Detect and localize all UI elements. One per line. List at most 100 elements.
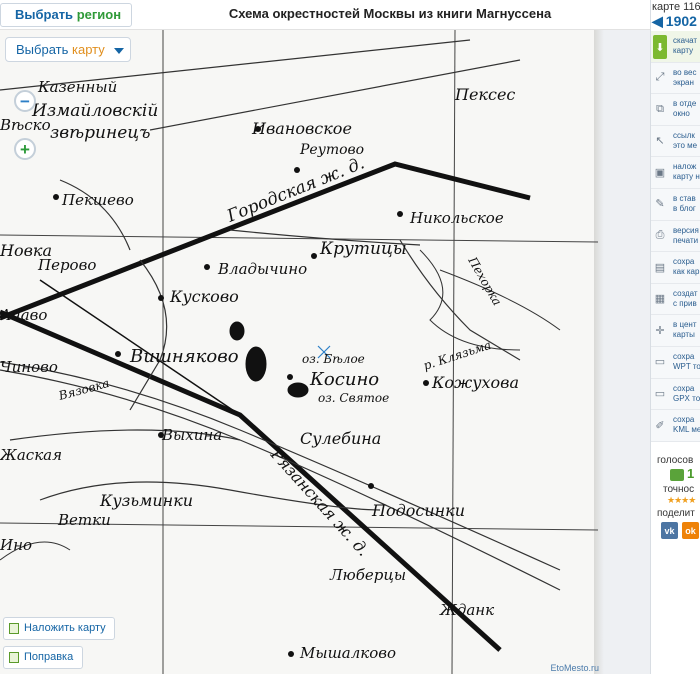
- print-icon: ⎙: [655, 229, 665, 242]
- map-label: Городская ж. д.: [223, 153, 367, 227]
- social-buttons: vk ok: [651, 522, 700, 539]
- right-tool-panel: карте 116 ◀ 1902 ⬇ скачат карту ⤢ во вес экра…: [650, 0, 700, 674]
- map-label: оз. Святое: [318, 391, 389, 405]
- map-label: Пексес: [454, 85, 515, 104]
- tool-center[interactable]: ✛ в цент карты: [651, 315, 700, 347]
- grid-icon: ▦: [654, 293, 666, 306]
- tool-link[interactable]: ↖ ссылк это ме: [651, 125, 700, 158]
- select-region-prefix: Выбрать: [15, 7, 74, 22]
- map-label: Ачаво: [0, 306, 47, 324]
- tool-gpx[interactable]: ▭ сохра GPX то: [651, 378, 700, 411]
- tool-label: ссылк это ме: [673, 130, 698, 150]
- overlay-icon: [9, 623, 19, 634]
- correction-button[interactable]: Поправка: [3, 646, 83, 669]
- year-label: 1902: [665, 13, 697, 29]
- map-label: Вязовка: [56, 376, 111, 403]
- map-label: Сулебина: [300, 429, 381, 448]
- vk-share-icon[interactable]: vk: [661, 522, 678, 539]
- vote-count: 1: [687, 466, 695, 481]
- tool-label: в став в блог: [673, 193, 696, 213]
- tool-new-window[interactable]: ⧉ в отде окно: [651, 94, 700, 126]
- map-label: Новка: [0, 241, 52, 260]
- tool-embed[interactable]: ✎ в став в блог: [651, 188, 700, 221]
- map-label: Никольское: [409, 209, 504, 227]
- map-label: Кожухова: [431, 373, 519, 392]
- arrow-left-icon[interactable]: ◀: [652, 13, 663, 29]
- tool-label: в отде окно: [673, 99, 697, 119]
- map-label: р. Клязьма: [422, 338, 493, 373]
- overlay-map-button[interactable]: Наложить карту: [3, 617, 115, 640]
- center-icon: ✛: [655, 324, 665, 337]
- map-label: Жданк: [439, 601, 494, 619]
- map-label: Вѣско: [0, 116, 51, 134]
- top-bar: Выбрать регион Схема окрестностей Москвы…: [0, 0, 650, 41]
- map-canvas[interactable]: Казенный Измайловскій звѣринецъ Ивановск…: [0, 30, 650, 674]
- tool-grid[interactable]: ▦ создат с прив: [651, 283, 700, 316]
- map-label: Рязанская ж. д.: [266, 444, 373, 560]
- tool-kml[interactable]: ✐ сохра KML ме: [651, 410, 700, 442]
- map-viewer: Выбрать регион Схема окрестностей Москвы…: [0, 0, 700, 674]
- lake-svyatoe: [287, 382, 309, 398]
- tool-label: в цент карты: [673, 320, 697, 340]
- map-label: Ино: [0, 536, 32, 554]
- correction-icon: [9, 652, 19, 663]
- map-label: Вишняково: [129, 346, 239, 367]
- map-label: звѣринецъ: [50, 123, 150, 143]
- tool-fullscreen[interactable]: ⤢ во вес экран: [651, 62, 700, 95]
- tool-label: скачат карту: [673, 36, 698, 55]
- select-region-accent: регион: [76, 7, 122, 22]
- map-label: Люберцы: [329, 566, 406, 584]
- map-label: Владычино: [217, 260, 307, 278]
- save-image-icon: ▤: [654, 261, 666, 274]
- gpx-file-icon: ▭: [654, 388, 666, 401]
- map-label: Ивановское: [251, 119, 352, 138]
- kml-file-icon: ✐: [655, 419, 665, 432]
- embed-icon: ✎: [655, 198, 665, 211]
- fullscreen-icon: ⤢: [655, 71, 665, 84]
- map-label: Крутицы: [319, 239, 407, 259]
- map-label: Выхина: [161, 426, 222, 444]
- map-label: Пекшево: [61, 191, 134, 209]
- page-title: Схема окрестностей Москвы из книги Магну…: [228, 6, 552, 21]
- tool-save-image[interactable]: ▤ сохра как кар: [651, 252, 700, 284]
- historic-map-drawing: Казенный Измайловскій звѣринецъ Ивановск…: [0, 30, 599, 674]
- overlay-map-label: Наложить карту: [24, 622, 106, 634]
- map-label: Жаская: [0, 446, 62, 464]
- share-label: поделит: [657, 508, 695, 519]
- download-icon: ⬇: [653, 35, 667, 59]
- map-label: Косино: [309, 369, 379, 390]
- wpt-file-icon: ▭: [654, 356, 666, 369]
- map-label: Кусково: [169, 287, 239, 306]
- chevron-down-icon: [114, 47, 125, 54]
- map-label: Кузьминки: [99, 491, 193, 510]
- tool-wpt[interactable]: ▭ сохра WPT то: [651, 346, 700, 379]
- ok-share-icon[interactable]: ok: [682, 522, 699, 539]
- site-credit-link[interactable]: EtoMesto.ru: [550, 663, 599, 673]
- new-window-icon: ⧉: [656, 102, 664, 115]
- accuracy-stars[interactable]: ★★★★: [651, 495, 700, 506]
- zoom-out-button[interactable]: −: [14, 90, 36, 112]
- tool-label: версия печати: [673, 225, 699, 245]
- tool-label: сохра WPT то: [673, 351, 700, 371]
- select-map-accent: карту: [72, 42, 105, 57]
- map-count-label: карте 116: [652, 1, 700, 13]
- cursor-link-icon: ↖: [655, 135, 665, 148]
- tool-label: сохра как кар: [673, 257, 700, 277]
- layers-icon: ▣: [654, 166, 666, 179]
- tool-print[interactable]: ⎙ версия печати: [651, 220, 700, 253]
- tool-download[interactable]: ⬇ скачат карту: [651, 31, 700, 63]
- thumbs-up-icon[interactable]: [670, 469, 684, 481]
- select-map-button[interactable]: Выбрать карту: [5, 37, 131, 62]
- year-nav[interactable]: ◀ 1902: [651, 13, 700, 30]
- tool-label: сохра GPX то: [673, 383, 700, 403]
- lake-small: [229, 321, 245, 341]
- lake-beloe: [245, 346, 267, 382]
- map-label: Мышалково: [299, 644, 396, 662]
- zoom-in-button[interactable]: +: [14, 138, 36, 160]
- tool-label: налож карту н: [673, 162, 700, 182]
- tool-label: сохра KML ме: [673, 415, 700, 435]
- map-label: Подосинки: [371, 501, 465, 520]
- tool-overlay[interactable]: ▣ налож карту н: [651, 157, 700, 189]
- city-railway: [0, 161, 531, 321]
- select-region-button[interactable]: Выбрать регион: [0, 3, 132, 41]
